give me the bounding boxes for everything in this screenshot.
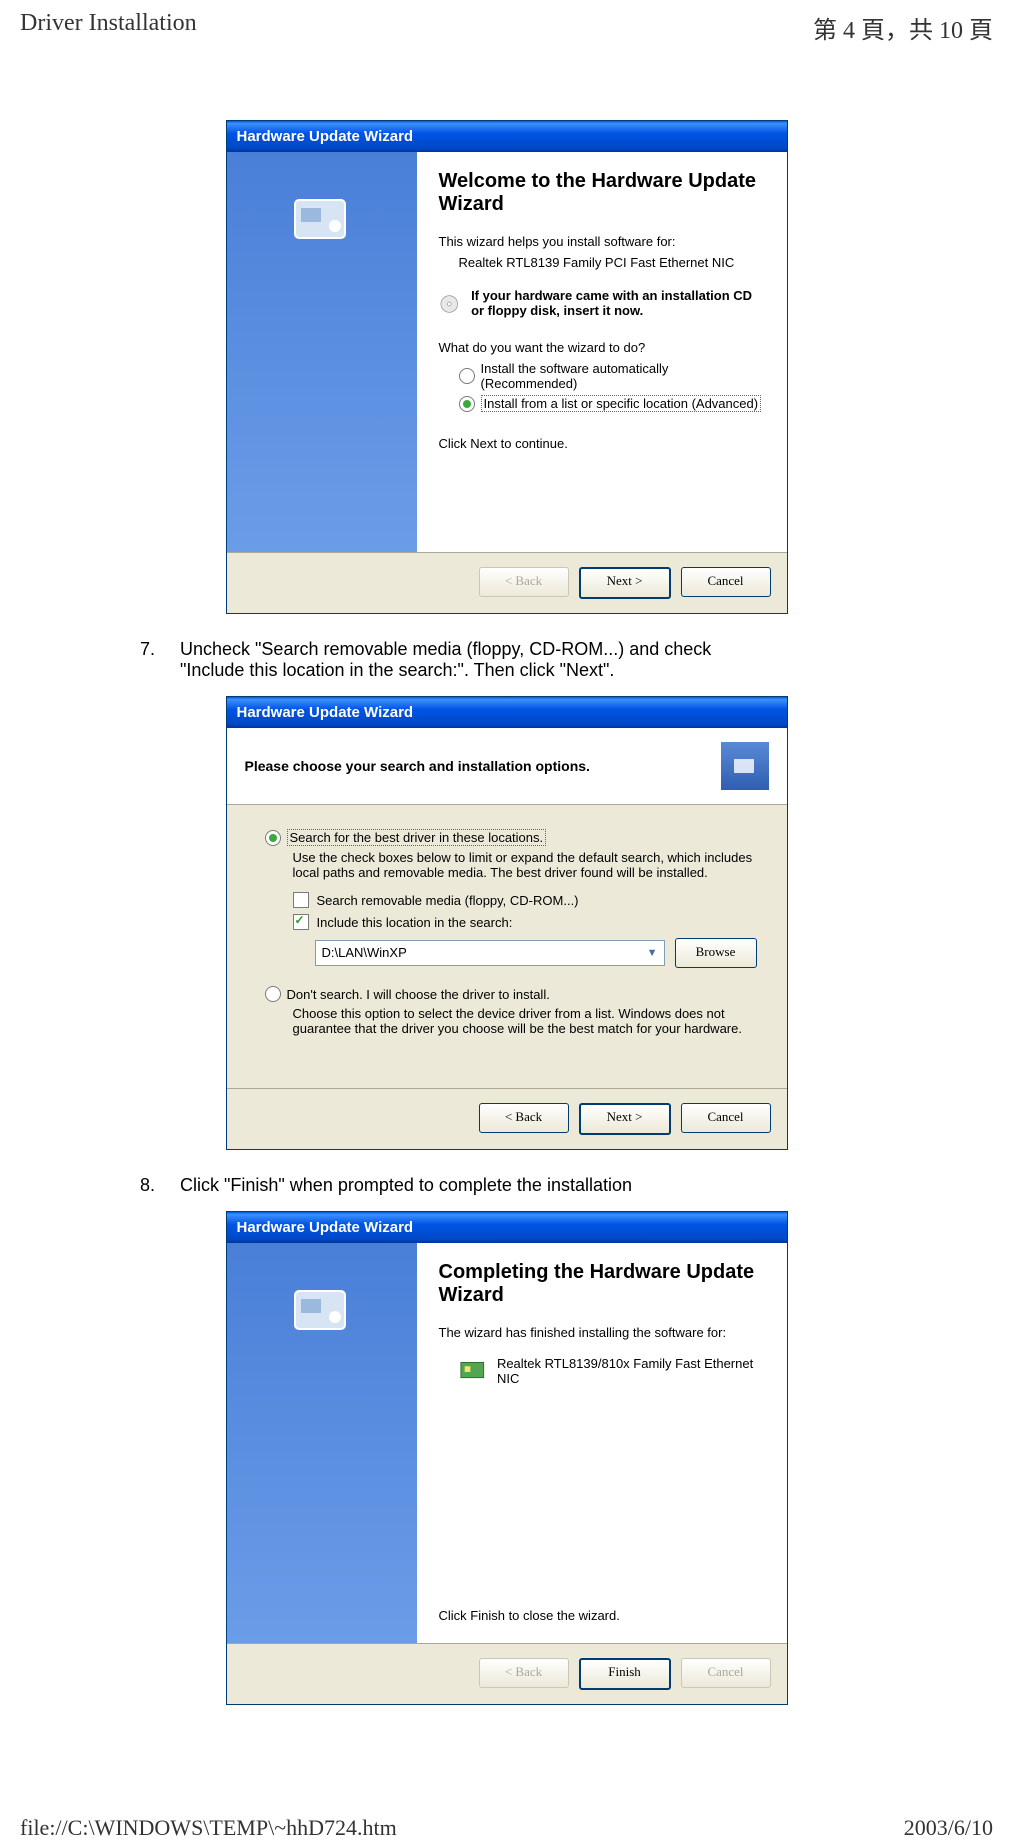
radio-search-label: Search for the best driver in these loca…: [287, 829, 547, 846]
hardware-icon: [287, 182, 357, 252]
hardware-icon: [721, 742, 769, 790]
next-button[interactable]: Next >: [579, 567, 671, 599]
wizard-title: Welcome to the Hardware Update Wizard: [439, 170, 765, 216]
footer-date: 2003/6/10: [904, 1815, 993, 1837]
page-title: Driver Installation: [20, 10, 197, 45]
back-button: < Back: [479, 1658, 569, 1688]
cancel-button: Cancel: [681, 1658, 771, 1688]
step-number: 8.: [140, 1175, 180, 1196]
wizard-welcome: Hardware Update Wizard Welcome to the Ha…: [226, 120, 788, 614]
network-card-icon: [459, 1358, 487, 1384]
back-button: < Back: [479, 567, 569, 597]
path-input[interactable]: D:\LAN\WinXP▼: [315, 940, 665, 966]
titlebar: Hardware Update Wizard: [227, 1212, 787, 1243]
wizard-sidebar: [227, 1243, 417, 1643]
titlebar: Hardware Update Wizard: [227, 121, 787, 152]
chevron-down-icon[interactable]: ▼: [647, 941, 658, 965]
wizard-sidebar: [227, 152, 417, 552]
search-desc: Use the check boxes below to limit or ex…: [293, 850, 757, 880]
checkbox-location-label: Include this location in the search:: [317, 915, 513, 930]
close-text: Click Finish to close the wizard.: [439, 1608, 765, 1623]
radio-auto[interactable]: [459, 368, 475, 384]
step-text: Click "Finish" when prompted to complete…: [180, 1175, 632, 1196]
titlebar: Hardware Update Wizard: [227, 697, 787, 728]
radio-advanced[interactable]: [459, 396, 475, 412]
cancel-button[interactable]: Cancel: [681, 1103, 771, 1133]
device-name: Realtek RTL8139 Family PCI Fast Ethernet…: [459, 255, 765, 270]
checkbox-removable-label: Search removable media (floppy, CD-ROM..…: [317, 893, 579, 908]
help-text: This wizard helps you install software f…: [439, 234, 765, 249]
prompt: What do you want the wizard to do?: [439, 340, 765, 355]
step-text: Uncheck "Search removable media (floppy,…: [180, 639, 780, 681]
browse-button[interactable]: Browse: [675, 938, 757, 968]
page-number: 第 4 頁，共 10 頁: [813, 10, 993, 45]
radio-nosearch-label: Don't search. I will choose the driver t…: [287, 987, 550, 1002]
radio-search[interactable]: [265, 830, 281, 846]
radio-advanced-label: Install from a list or specific location…: [481, 395, 762, 412]
footer-path: file://C:\WINDOWS\TEMP\~hhD724.htm: [20, 1815, 397, 1837]
wizard-complete: Hardware Update Wizard Completing the Ha…: [226, 1211, 788, 1705]
checkbox-removable[interactable]: [293, 892, 309, 908]
finish-button[interactable]: Finish: [579, 1658, 671, 1690]
radio-nosearch[interactable]: [265, 986, 281, 1002]
cancel-button[interactable]: Cancel: [681, 567, 771, 597]
cd-icon: [439, 288, 460, 320]
device-name: Realtek RTL8139/810x Family Fast Etherne…: [497, 1356, 765, 1386]
cd-instruction: If your hardware came with an installati…: [471, 288, 764, 318]
next-button[interactable]: Next >: [579, 1103, 671, 1135]
checkbox-location[interactable]: [293, 914, 309, 930]
nosearch-desc: Choose this option to select the device …: [293, 1006, 757, 1036]
wizard-title: Completing the Hardware Update Wizard: [439, 1261, 765, 1307]
radio-auto-label: Install the software automatically (Reco…: [481, 361, 765, 391]
wizard-search-options: Hardware Update Wizard Please choose you…: [226, 696, 788, 1150]
continue-text: Click Next to continue.: [439, 436, 765, 451]
step-number: 7.: [140, 639, 180, 681]
hardware-icon: [287, 1273, 357, 1343]
back-button[interactable]: < Back: [479, 1103, 569, 1133]
wizard-subtitle: Please choose your search and installati…: [245, 758, 590, 774]
done-text: The wizard has finished installing the s…: [439, 1325, 765, 1340]
